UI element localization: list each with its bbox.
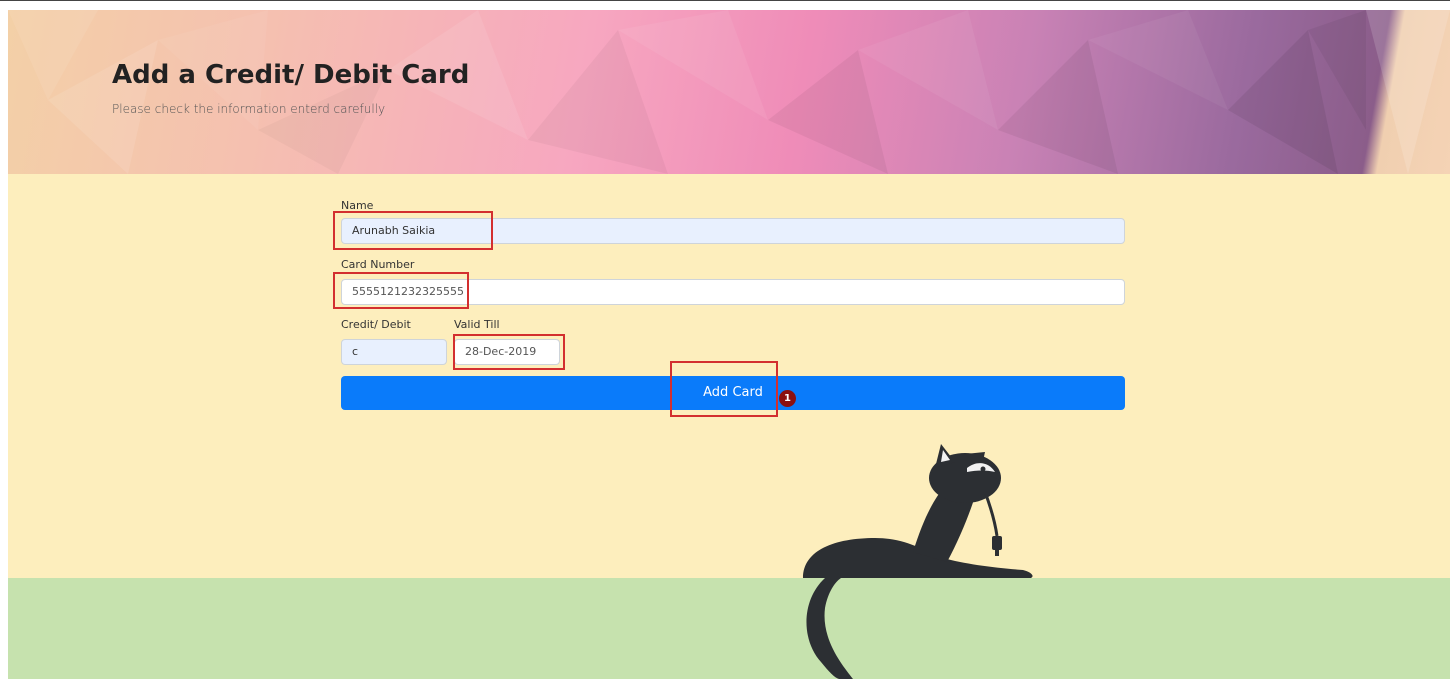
- left-gutter: [0, 10, 8, 679]
- add-card-button[interactable]: Add Card: [341, 376, 1125, 410]
- low-poly-background: [8, 10, 1450, 174]
- valid-till-label: Valid Till: [454, 318, 500, 331]
- card-type-input[interactable]: c: [341, 339, 447, 365]
- page-subtitle: Please check the information enterd care…: [112, 102, 386, 116]
- step-badge: 1: [779, 390, 796, 407]
- ground-strip: [8, 578, 1450, 679]
- card-number-input[interactable]: 5555121232325555: [341, 279, 1125, 305]
- name-label: Name: [341, 199, 374, 212]
- card-type-label: Credit/ Debit: [341, 318, 411, 331]
- hero-banner: Add a Credit/ Debit Card Please check th…: [8, 10, 1450, 174]
- name-input[interactable]: Arunabh Saikia: [341, 218, 1125, 244]
- top-border: [0, 0, 1450, 10]
- page-title: Add a Credit/ Debit Card: [112, 60, 470, 90]
- cat-with-cable-icon: [803, 444, 1033, 679]
- card-number-label: Card Number: [341, 258, 415, 271]
- page: Add a Credit/ Debit Card Please check th…: [0, 0, 1450, 679]
- valid-till-input[interactable]: 28-Dec-2019: [454, 339, 560, 365]
